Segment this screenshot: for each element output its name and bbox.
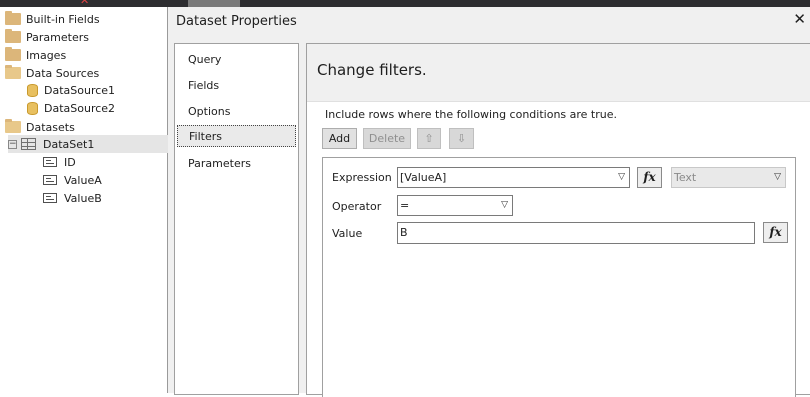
operator-combo[interactable]: = ▽ (397, 195, 513, 216)
dataset-properties-dialog: Dataset Properties ✕ Query Fields Option… (168, 7, 810, 397)
chevron-down-icon: ▽ (774, 172, 781, 182)
tree-item-dataset1[interactable]: − DataSet1 (8, 135, 168, 153)
folder-icon (5, 47, 21, 61)
tree-item-label: DataSource1 (44, 83, 116, 97)
tree-item-label: ValueB (64, 191, 102, 205)
tree-item-label: Images (26, 48, 67, 62)
move-down-icon[interactable]: ⇩ (449, 128, 474, 149)
delete-filter-button[interactable]: Delete (363, 128, 411, 149)
report-data-tree: Built-in Fields Parameters Images Data S… (0, 7, 168, 393)
nav-item-query[interactable]: Query (177, 49, 296, 71)
tree-item-datasource2[interactable]: DataSource2 (27, 99, 115, 117)
tree-item-datasource1[interactable]: DataSource1 (27, 81, 115, 99)
database-icon (27, 83, 38, 97)
dialog-title: Dataset Properties (176, 14, 297, 29)
close-tab-icon[interactable]: ✕ (80, 0, 89, 7)
expression-value: [ValueA] (400, 171, 447, 184)
document-tab[interactable] (188, 0, 240, 7)
tree-item-label: DataSet1 (43, 137, 95, 151)
nav-item-filters[interactable]: Filters (177, 125, 296, 147)
field-icon (43, 193, 57, 203)
folder-open-icon (5, 65, 21, 79)
close-icon[interactable]: ✕ (793, 10, 806, 28)
tree-item-label: Datasets (26, 120, 75, 134)
value-input[interactable]: B (397, 222, 755, 244)
field-icon (43, 157, 57, 167)
value-label: Value (332, 227, 363, 240)
filter-conditions-panel: Expression [ValueA] ▽ fx Text ▽ Operator… (322, 157, 796, 397)
table-icon (21, 138, 36, 150)
collapse-icon[interactable]: − (8, 139, 17, 149)
nav-item-options[interactable]: Options (177, 101, 296, 123)
tree-item-label: DataSource2 (44, 101, 116, 115)
operator-label: Operator (332, 200, 382, 213)
field-icon (43, 175, 57, 185)
move-up-icon[interactable]: ⇧ (417, 128, 441, 149)
dialog-nav: Query Fields Options Filters Parameters (174, 43, 299, 395)
data-type-value: Text (674, 171, 697, 184)
tree-item-datasets[interactable]: Datasets (5, 118, 75, 136)
chevron-down-icon: ▽ (501, 200, 508, 210)
filters-page: Change filters. Include rows where the f… (306, 43, 810, 397)
operator-value: = (400, 199, 410, 212)
database-icon (27, 101, 38, 115)
tree-item-images[interactable]: Images (5, 46, 66, 64)
tree-item-field-valuea[interactable]: ValueA (43, 171, 102, 189)
window-top-strip: ✕ (0, 0, 810, 7)
value-fx-button[interactable]: fx (763, 222, 788, 243)
expression-label: Expression (332, 171, 392, 184)
tree-item-data-sources[interactable]: Data Sources (5, 64, 99, 82)
expression-combo[interactable]: [ValueA] ▽ (397, 167, 630, 188)
folder-icon (5, 29, 21, 43)
tree-item-label: Parameters (26, 30, 89, 44)
add-filter-button[interactable]: Add (322, 128, 357, 149)
chevron-down-icon: ▽ (618, 172, 625, 182)
filter-instruction: Include rows where the following conditi… (325, 108, 617, 121)
folder-open-icon (5, 119, 21, 133)
tree-item-label: ValueA (64, 173, 102, 187)
tree-item-parameters[interactable]: Parameters (5, 28, 89, 46)
tree-item-label: ID (64, 155, 76, 169)
page-heading: Change filters. (317, 61, 427, 79)
tree-item-field-valueb[interactable]: ValueB (43, 189, 102, 207)
nav-item-parameters[interactable]: Parameters (177, 153, 296, 175)
nav-item-fields[interactable]: Fields (177, 75, 296, 97)
tree-item-built-in-fields[interactable]: Built-in Fields (5, 10, 100, 28)
folder-icon (5, 11, 21, 25)
tree-item-field-id[interactable]: ID (43, 153, 76, 171)
tree-item-label: Built-in Fields (26, 12, 100, 26)
data-type-combo: Text ▽ (671, 167, 786, 188)
expression-fx-button[interactable]: fx (637, 167, 662, 188)
tree-item-label: Data Sources (26, 66, 100, 80)
